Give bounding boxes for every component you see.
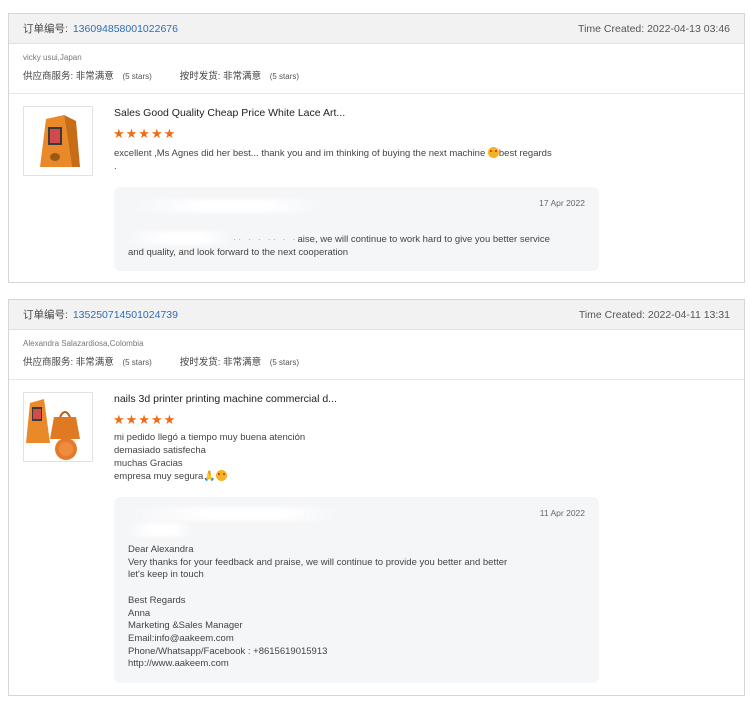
review-line: excellent ,Ms Agnes did her best... than… — [114, 147, 552, 159]
praying-hands-emoji-icon: 🙏 — [203, 471, 216, 483]
shipping-rating: 按时发货: 非常满意 (5 stars) — [180, 354, 299, 368]
review-line: mi pedido llegó a tiempo muy buena atenc… — [114, 432, 306, 443]
order-id-link[interactable]: 135250714501024739 — [73, 309, 178, 321]
reply-text: ·· · · ·· · ·aise, we will continue to w… — [128, 234, 550, 259]
order-header: 订单编号: 135250714501024739 Time Created: 2… — [9, 300, 744, 330]
buyer-name: Alexandra Salazardiosa,Colombia — [23, 339, 144, 348]
order-card: 订单编号: 135250714501024739 Time Created: 2… — [8, 299, 745, 696]
reply-line: Very thanks for your feedback and praise… — [128, 556, 508, 568]
reply-text: Dear Alexandra Very thanks for your feed… — [128, 544, 507, 671]
review-line: muchas Gracias — [114, 457, 183, 469]
order-number: 订单编号: 135250714501024739 — [23, 307, 178, 322]
review-text: excellent ,Ms Agnes did her best... than… — [114, 147, 552, 174]
reply-line: Dear Alexandra — [128, 544, 194, 555]
redacted-dots: ·· · · ·· · · — [233, 234, 298, 245]
seller-ratings: 供应商服务: 非常满意 (5 stars) 按时发货: 非常满意 (5 star… — [23, 68, 730, 82]
review-line: empresa muy segura🙏 — [114, 470, 305, 484]
buyer-meta: Alexandra Salazardiosa,Colombia 供应商服务: 非… — [9, 330, 744, 380]
reply-date: 11 Apr 2022 — [539, 508, 585, 518]
order-number: 订单编号: 1360948580010​22676 — [23, 21, 178, 36]
reply-line: Best Regards — [128, 594, 186, 606]
seller-ratings: 供应商服务: 非常满意 (5 stars) 按时发货: 非常满意 (5 star… — [23, 354, 730, 368]
reply-line: Marketing &Sales Manager — [128, 620, 243, 632]
order-number-label: 订单编号: — [23, 23, 68, 35]
review-line: demasiado satisfecha — [114, 444, 206, 456]
shipping-value: 非常满意 — [223, 71, 262, 82]
nail-printer-image — [26, 399, 80, 460]
supplier-service-label: 供应商服务: — [23, 71, 74, 82]
order-id-link[interactable]: 1360948580010​22676 — [73, 23, 178, 35]
reply-line: Phone/Whatsapp/Facebook : +8615619015913 — [128, 645, 328, 657]
order-number-label: 订单编号: — [23, 309, 68, 321]
time-created: Time Created: 2022-04-11 13:31 — [578, 308, 730, 321]
shipping-label: 按时发货: — [179, 357, 221, 368]
review-line: . — [114, 160, 117, 172]
reply-line: let's keep in touch — [128, 569, 204, 581]
seller-reply: 17 Apr 2022 ·· · · ·· · ·aise, we will c… — [114, 187, 599, 271]
order-header: 订单编号: 1360948580010​22676 Time Created: … — [9, 14, 744, 44]
shipping-label: 按时发货: — [179, 71, 221, 82]
buyer-meta: vicky usui,Japan 供应商服务: 非常满意 (5 stars) 按… — [9, 44, 744, 94]
heart-eyes-emoji-icon — [215, 470, 227, 482]
buyer-name: vicky usui,Japan — [23, 53, 82, 62]
supplier-service-stars: (5 stars) — [122, 358, 152, 367]
supplier-service-label: 供应商服务: — [23, 357, 74, 368]
review-text: mi pedido llegó a tiempo muy buena atenc… — [114, 432, 305, 484]
order-card: 订单编号: 1360948580010​22676 Time Created: … — [8, 13, 745, 283]
shipping-stars: (5 stars) — [269, 72, 300, 81]
shipping-value: 非常满意 — [223, 357, 262, 368]
review-stars: ★★★★★ — [113, 126, 177, 141]
supplier-service-value: 非常满意 — [75, 357, 114, 368]
nail-printer-image — [40, 115, 80, 167]
supplier-service-rating: 供应商服务: 非常满意 (5 stars) — [23, 68, 152, 82]
product-title-link[interactable]: Sales Good Quality Cheap Price White Lac… — [114, 107, 345, 119]
time-created: Time Created: 2022-04-13 03:46 — [578, 22, 730, 35]
review-stars: ★★★★★ — [113, 412, 177, 427]
shipping-rating: 按时发货: 非常满意 (5 stars) — [180, 68, 299, 82]
supplier-service-value: 非常满意 — [75, 71, 114, 82]
reply-line: http://www.aakeem.com — [128, 658, 229, 670]
product-thumbnail[interactable] — [23, 392, 93, 462]
redacted-text — [124, 523, 194, 537]
reply-line: Anna — [128, 607, 151, 619]
seller-reply: 11 Apr 2022 Dear Alexandra Very thanks f… — [114, 497, 599, 683]
supplier-service-stars: (5 stars) — [122, 72, 152, 81]
reply-line — [128, 582, 507, 595]
shipping-stars: (5 stars) — [269, 358, 300, 367]
reply-line: ·· · · ·· · ·aise, we will continue to w… — [233, 234, 550, 245]
product-thumbnail[interactable] — [23, 106, 93, 176]
heart-eyes-emoji-icon — [487, 147, 499, 158]
redacted-text — [124, 199, 324, 213]
product-title-link[interactable]: nails 3d printer printing machine commer… — [114, 393, 337, 405]
reply-line: and quality, and look forward to the nex… — [128, 246, 349, 258]
reply-date: 17 Apr 2022 — [539, 198, 585, 208]
reply-line: Email:info@aakeem.com — [128, 632, 234, 644]
supplier-service-rating: 供应商服务: 非常满意 (5 stars) — [23, 354, 152, 368]
redacted-text — [124, 507, 344, 521]
